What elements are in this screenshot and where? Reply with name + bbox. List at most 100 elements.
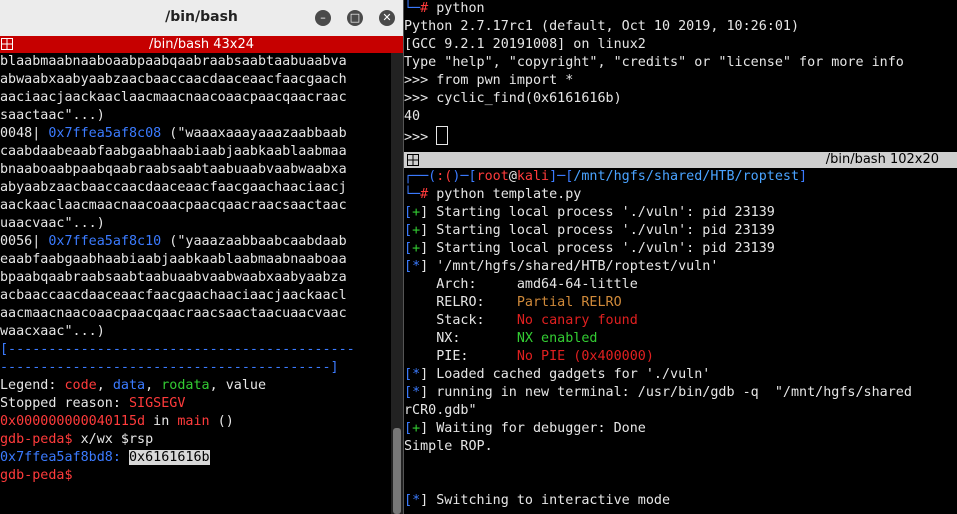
terminal-line: [+] Starting local process './vuln': pid… (404, 222, 957, 240)
terminal-line: [*] Switching to interactive mode (404, 492, 957, 510)
python-repl-pane[interactable]: └─# python Python 2.7.17rc1 (default, Oct… (404, 0, 957, 152)
terminal-text-segment: + (412, 421, 421, 436)
exploit-terminal-pane[interactable]: ┌──(:()─[root@kali]─[/mnt/hgfs/shared/HT… (404, 168, 957, 514)
close-button[interactable]: ✕ (379, 10, 395, 26)
terminal-line: [+] Starting local process './vuln': pid… (404, 204, 957, 222)
terminal-text-segment: # (420, 1, 437, 16)
terminal-text-segment: gdb-peda$ (0, 468, 73, 483)
terminal-line: Legend: code, data, rodata, value (0, 377, 391, 395)
terminal-text-segment: >>> from pwn import * (404, 73, 574, 88)
terminal-line: ┌──(:()─[root@kali]─[/mnt/hgfs/shared/HT… (404, 168, 957, 186)
terminal-text-segment: ] Starting local process './vuln': pid 2… (420, 205, 775, 220)
minimize-button[interactable]: – (315, 10, 331, 26)
terminal-line: RELRO: Partial RELRO (404, 294, 957, 312)
terminal-text-segment: x/wx $rsp (72, 432, 154, 447)
terminal-line: 0048| 0x7ffea5af8c08 ("waaaxaaayaaazaabb… (0, 125, 391, 143)
terminal-text-segment: [ (404, 205, 413, 220)
terminal-line: aackaaclaacmaacnaacoaacpaacqaacraacsaact… (0, 197, 391, 215)
terminal-text-segment: + (412, 223, 421, 238)
terminal-text-segment: , value (209, 378, 267, 393)
right-pane-title: /bin/bash 102x20 (825, 152, 939, 167)
terminal-line: waacxaac"...) (0, 323, 391, 341)
terminal-text-segment: 0x6161616b (129, 450, 210, 465)
terminal-text-segment: kali (516, 169, 550, 184)
terminal-line: [*] Loaded cached gadgets for './vuln' (404, 366, 957, 384)
terminal-line: NX: NX enabled (404, 330, 957, 348)
terminal-text-segment: code (64, 378, 97, 393)
terminal-text-segment: * (412, 493, 421, 508)
terminal-line: Type "help", "copyright", "credits" or "… (404, 54, 957, 72)
terminal-text-segment: 0048| (0, 126, 49, 141)
terminal-text-segment: 0x7ffea5af8bd8: (0, 450, 121, 465)
left-terminal-window[interactable]: /bin/bash – □ ✕ /bin/bash 43x24 blaabmaa… (0, 0, 403, 514)
terminal-text-segment: 0x7ffea5af8c08 (48, 126, 162, 141)
terminal-text-segment: + (412, 205, 421, 220)
terminal-line: 0x7ffea5af8bd8: 0x6161616b (0, 449, 391, 467)
terminal-text-segment: No canary found (516, 313, 638, 328)
tmux-pane-titlebar-left[interactable]: /bin/bash 43x24 (0, 36, 403, 53)
tmux-pane-titlebar-right[interactable]: /bin/bash 102x20 (404, 152, 957, 168)
terminal-text-segment: * (412, 259, 421, 274)
terminal-line: ----------------------------------------… (0, 359, 391, 377)
left-window-title: /bin/bash (165, 9, 238, 25)
terminal-text-segment: [ (404, 259, 413, 274)
terminal-text-segment: ] Waiting for debugger: Done (420, 421, 646, 436)
terminal-line: [*] '/mnt/hgfs/shared/HTB/roptest/vuln' (404, 258, 957, 276)
terminal-line: Arch: amd64-64-little (404, 276, 957, 294)
terminal-text-segment: 0x7ffea5af8c10 (48, 234, 162, 249)
terminal-text-segment: Arch: amd64-64-little (404, 277, 638, 292)
terminal-line: aaciaacjaackaaclaacmaacnaacoaacpaacqaacr… (0, 89, 391, 107)
terminal-text-segment: [ (404, 367, 413, 382)
terminal-text-segment: ("yaaazaabbaabcaabdaab (161, 234, 347, 249)
gdb-terminal-output[interactable]: blaabmaabnaaboaabpaabqaabraabsaabtaabuaa… (0, 53, 391, 514)
terminal-line: caabdaabeaabfaabgaabhaabiaabjaabkaablaab… (0, 143, 391, 161)
terminal-text-segment: eaabfaabgaabhaabiaabjaabkaablaabmaabnaab… (0, 252, 347, 267)
terminal-line: [GCC 9.2.1 20191008] on linux2 (404, 36, 957, 54)
terminal-text-segment: * (412, 367, 421, 382)
terminal-text-segment: └─ (404, 1, 421, 16)
terminal-line: └─# python (404, 0, 957, 18)
terminal-text-segment: * (412, 385, 421, 400)
terminal-text-segment: NX: (404, 331, 517, 346)
terminal-line: bnaaboaabpaabqaabraabsaabtaabuaabvaabwaa… (0, 161, 391, 179)
terminal-line: 0056| 0x7ffea5af8c10 ("yaaazaabbaabcaabd… (0, 233, 391, 251)
terminal-text-segment: [---------------------------------------… (0, 342, 355, 357)
left-scrollbar-thumb[interactable] (393, 428, 401, 514)
terminal-text-segment: ] Starting local process './vuln': pid 2… (420, 223, 775, 238)
terminal-text-segment: [ (404, 385, 413, 400)
terminal-text-segment: @ (508, 169, 517, 184)
terminal-text-segment: bnaaboaabpaabqaabraabsaabtaabuaabvaabwaa… (0, 162, 347, 177)
terminal-text-segment: :( (436, 169, 453, 184)
terminal-text-segment: >>> (404, 130, 437, 145)
terminal-text-segment: ┌──( (404, 169, 437, 184)
terminal-text-segment: uaacvaac"...) (0, 216, 105, 231)
terminal-text-segment: ] '/mnt/hgfs/shared/HTB/roptest/vuln' (420, 259, 719, 274)
pane-grid-icon[interactable] (407, 154, 419, 166)
terminal-text-segment: aackaaclaacmaacnaacoaacpaacqaacraacsaact… (0, 198, 347, 213)
terminal-text-segment: abyaabzaacbaaccaacdaaceaacfaacgaachaacia… (0, 180, 347, 195)
maximize-button[interactable]: □ (347, 10, 363, 26)
terminal-text-segment: , (96, 378, 113, 393)
terminal-text-segment: python (436, 1, 485, 16)
terminal-line: └─# python template.py (404, 186, 957, 204)
terminal-text-segment: Legend: (0, 378, 65, 393)
terminal-line: acbaaccaacdaaceaacfaacgaachaaciaacjaacka… (0, 287, 391, 305)
terminal-line: eaabfaabgaabhaabiaabjaabkaablaabmaabnaab… (0, 251, 391, 269)
left-window-titlebar[interactable]: /bin/bash – □ ✕ (0, 0, 403, 37)
terminal-text-segment: )─[ (452, 169, 477, 184)
terminal-line: [+] Starting local process './vuln': pid… (404, 240, 957, 258)
terminal-text-segment: abwaabxaabyaabzaacbaaccaacdaaceaacfaacga… (0, 72, 347, 87)
terminal-text-segment: [GCC 9.2.1 20191008] on linux2 (404, 37, 646, 52)
terminal-text-segment: [ (404, 241, 413, 256)
terminal-text-segment: NX enabled (516, 331, 598, 346)
terminal-text-segment: aaciaacjaackaaclaacmaacnaacoaacpaacqaacr… (0, 90, 347, 105)
terminal-text-segment: Stack: (404, 313, 517, 328)
terminal-text-segment: rodata (161, 378, 210, 393)
terminal-text-segment: ("waaaxaaayaaazaabbaab (161, 126, 347, 141)
terminal-text-segment: ] Switching to interactive mode (420, 493, 671, 508)
left-scrollbar[interactable] (391, 53, 403, 514)
terminal-text-segment: aacmaacnaacoaacpaacqaacraacsaactaacuaacv… (0, 306, 347, 321)
terminal-text-segment: main (177, 414, 210, 429)
